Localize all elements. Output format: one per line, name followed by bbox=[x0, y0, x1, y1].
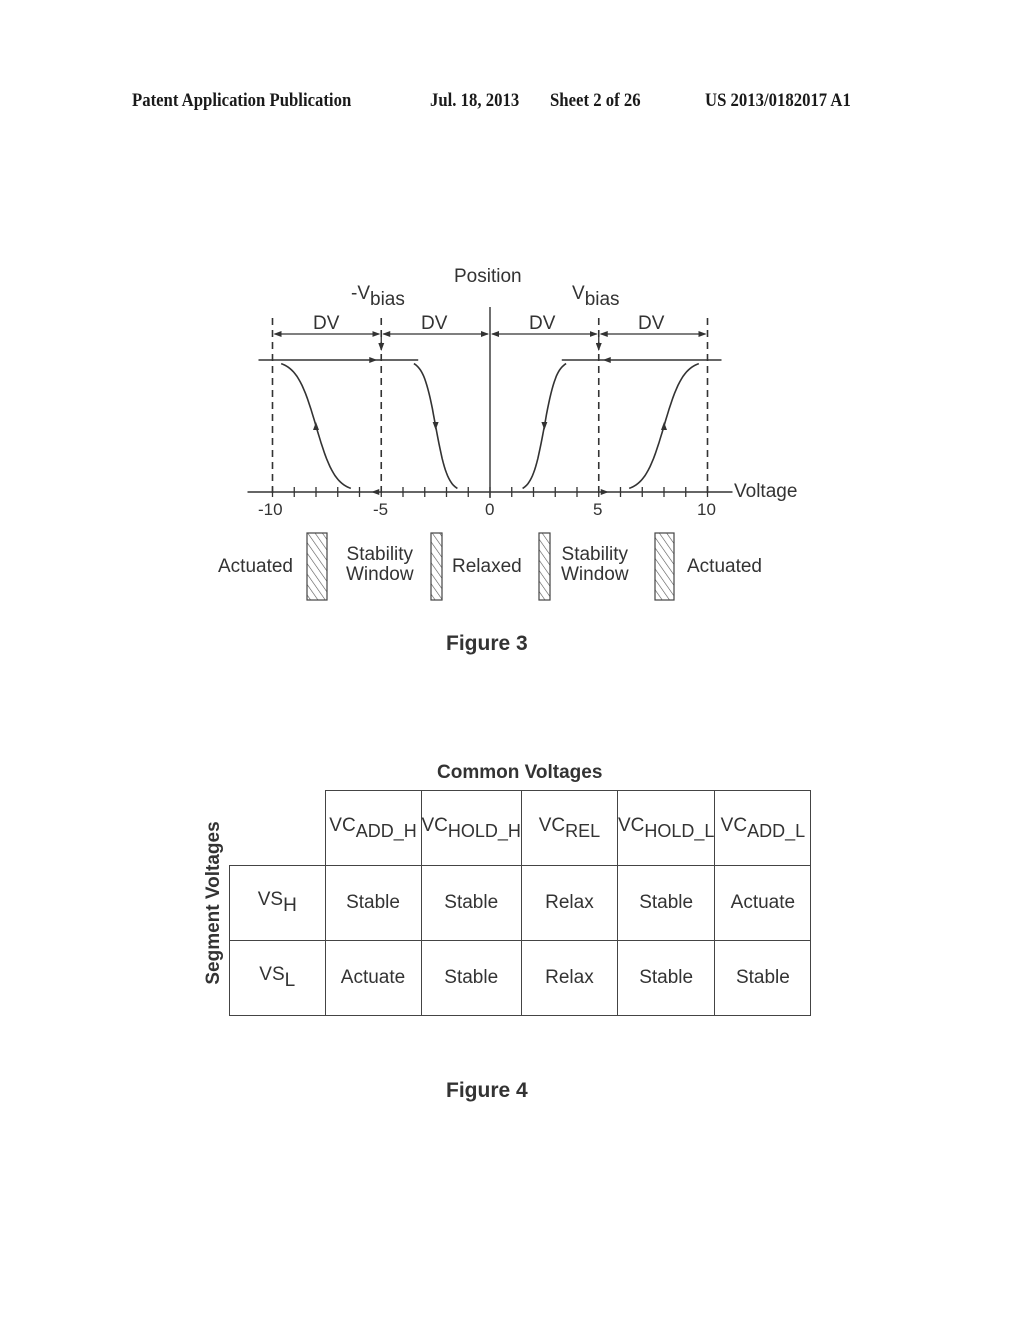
table-cell: Relax bbox=[520, 940, 618, 1016]
row-header: VSL bbox=[229, 940, 326, 1016]
table-row: VSH Stable Stable Relax Stable Actuate bbox=[229, 865, 812, 941]
column-header-base: VC bbox=[421, 814, 448, 836]
pos-vbias-label: Vbias bbox=[572, 283, 620, 311]
table-cell: Actuate bbox=[324, 940, 422, 1016]
curve-direction-arrow bbox=[432, 422, 439, 430]
region-stability-line1: Stability bbox=[346, 544, 414, 565]
region-actuated-left: Actuated bbox=[218, 556, 293, 577]
row-header-sub: H bbox=[283, 895, 297, 916]
region-stability-window-right: Stability Window bbox=[561, 545, 629, 585]
column-header: VCREL bbox=[520, 790, 618, 866]
row-header-base: VS bbox=[259, 964, 285, 985]
top-left-arrow bbox=[369, 357, 378, 363]
figure-3-hysteresis-chart bbox=[247, 307, 733, 601]
region-stability-line1: Stability bbox=[561, 544, 629, 565]
row-header: VSH bbox=[229, 865, 326, 941]
curve-direction-arrow bbox=[661, 422, 667, 430]
column-header: VCHOLD_H bbox=[420, 790, 522, 866]
dv-label-1: DV bbox=[313, 313, 340, 334]
pos-vbias-prefix: V bbox=[572, 283, 585, 304]
column-header-base: VC bbox=[720, 814, 748, 836]
y-axis-label: Position bbox=[454, 266, 522, 287]
table-cell: Stable bbox=[714, 940, 812, 1016]
dv-label-4: DV bbox=[638, 313, 665, 334]
top-right-arrow bbox=[602, 357, 611, 363]
column-header-base: VC bbox=[329, 814, 356, 836]
row-header-sub: L bbox=[284, 970, 296, 991]
table-header-row: VCADD_H VCHOLD_H VCREL VCHOLD_L VCADD_L bbox=[230, 790, 812, 866]
table-corner bbox=[230, 791, 326, 866]
region-relaxed: Relaxed bbox=[452, 556, 522, 577]
x-tick-label-10: 10 bbox=[697, 500, 716, 519]
region-actuated-right: Actuated bbox=[687, 556, 762, 577]
curve-direction-arrow bbox=[541, 422, 548, 430]
figure-4-caption: Figure 4 bbox=[446, 1079, 528, 1102]
row-header-base: VS bbox=[257, 889, 284, 910]
column-header-base: VC bbox=[538, 814, 566, 836]
x-tick-label-5: 5 bbox=[593, 500, 603, 519]
column-header: VCADD_L bbox=[714, 790, 812, 866]
voltage-state-table: VCADD_H VCHOLD_H VCREL VCHOLD_L VCADD_L … bbox=[229, 790, 812, 1016]
figure-3-caption: Figure 3 bbox=[446, 632, 528, 655]
table-cell: Stable bbox=[420, 940, 522, 1016]
column-header-sub: ADD_L bbox=[747, 820, 806, 841]
hatched-region-boundary bbox=[538, 532, 551, 601]
column-header: VCHOLD_L bbox=[616, 790, 716, 866]
region-stability-line2: Window bbox=[561, 564, 629, 585]
x-tick-label-0: 0 bbox=[485, 500, 495, 519]
table-cell: Actuate bbox=[714, 865, 812, 941]
neg-vbias-label: -Vbias bbox=[351, 283, 405, 311]
column-header: VCADD_H bbox=[324, 790, 422, 866]
hatched-region-boundary bbox=[654, 532, 675, 601]
region-stability-line2: Window bbox=[346, 564, 414, 585]
x-tick-label-neg5: -5 bbox=[373, 500, 389, 519]
axis-right-arrow bbox=[600, 489, 609, 495]
table-row: VSL Actuate Stable Relax Stable Stable bbox=[229, 940, 812, 1016]
column-group-title: Common Voltages bbox=[437, 762, 603, 783]
dv-label-2: DV bbox=[421, 313, 448, 334]
column-header-sub: HOLD_L bbox=[644, 820, 715, 841]
column-header-sub: ADD_H bbox=[355, 820, 417, 841]
table-cell: Stable bbox=[420, 865, 522, 941]
x-tick-label-neg10: -10 bbox=[258, 500, 283, 519]
dv-label-3: DV bbox=[529, 313, 556, 334]
curve-direction-arrow bbox=[313, 422, 319, 430]
row-group-title: Segment Voltages bbox=[203, 821, 224, 985]
hatched-region-boundary bbox=[306, 532, 328, 601]
neg-vbias-prefix: -V bbox=[351, 283, 370, 304]
x-axis-label: Voltage bbox=[734, 481, 798, 502]
axis-left-arrow bbox=[371, 489, 380, 495]
table-cell: Relax bbox=[520, 865, 618, 941]
neg-vbias-sub: bias bbox=[370, 289, 405, 310]
table-cell: Stable bbox=[616, 865, 716, 941]
table-cell: Stable bbox=[616, 940, 716, 1016]
column-header-sub: HOLD_H bbox=[447, 820, 521, 841]
region-stability-window-left: Stability Window bbox=[346, 545, 414, 585]
table-cell: Stable bbox=[324, 865, 422, 941]
column-header-base: VC bbox=[617, 814, 645, 836]
hatched-region-boundary bbox=[430, 532, 443, 601]
column-header-sub: REL bbox=[565, 820, 601, 841]
pos-vbias-sub: bias bbox=[584, 289, 620, 310]
